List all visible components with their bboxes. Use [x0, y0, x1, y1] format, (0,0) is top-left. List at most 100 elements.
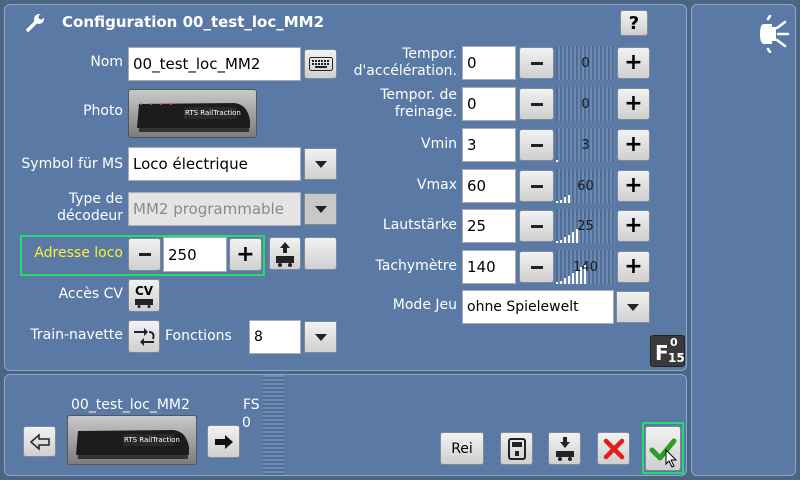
cv-button-text: CV	[134, 283, 154, 298]
badge-top-number: 0	[670, 336, 678, 349]
param-minus-button[interactable]	[519, 210, 554, 242]
loco-download-button[interactable]	[548, 432, 581, 465]
chevron-down-icon	[314, 333, 327, 341]
speed-bar[interactable]	[263, 375, 285, 475]
light-button[interactable]	[752, 14, 792, 55]
param-minus-button[interactable]	[519, 129, 554, 161]
loco-download-icon	[555, 436, 574, 461]
fonctions-dropdown-button[interactable]	[304, 321, 337, 353]
symbol-label: Symbol für MS	[21, 156, 123, 172]
adresse-input[interactable]: 250	[163, 237, 227, 272]
slider-value: 0	[581, 96, 590, 112]
minus-icon	[530, 184, 543, 188]
symbol-select[interactable]: Loco électrique	[128, 147, 301, 181]
minus-icon	[530, 224, 543, 228]
decoder-dropdown-button	[304, 193, 337, 225]
mouse-cursor-icon	[665, 449, 678, 468]
loco-preview-image: RTS RailTraction	[67, 415, 197, 465]
plus-icon: +	[624, 91, 643, 116]
decoder-icon	[507, 437, 526, 460]
minus-icon	[138, 253, 151, 256]
param-input[interactable]: 25	[462, 209, 516, 243]
help-button[interactable]: ?	[620, 10, 648, 36]
param-slider[interactable]: 25	[556, 209, 615, 243]
adresse-label: Adresse loco	[34, 245, 123, 261]
param-input[interactable]: 0	[462, 46, 516, 80]
param-plus-button[interactable]: +	[617, 129, 650, 161]
functions-badge[interactable]: F 0 15	[650, 335, 685, 367]
param-input[interactable]: 3	[462, 128, 516, 162]
lamp-light-icon	[760, 14, 790, 54]
slider-value: 3	[581, 137, 590, 153]
slider-value: 60	[577, 178, 594, 194]
param-label: Lautstärke	[382, 217, 457, 233]
plus-icon: +	[624, 50, 643, 75]
keyboard-button[interactable]	[304, 49, 337, 79]
loco-icon	[135, 298, 153, 308]
symbol-dropdown-button[interactable]	[304, 148, 337, 180]
param-plus-button[interactable]: +	[617, 210, 650, 242]
param-input[interactable]: 0	[462, 87, 516, 121]
fs-label: FS	[243, 397, 260, 413]
chevron-down-icon	[627, 303, 639, 311]
decoder-label: Type de décodeur	[57, 191, 123, 224]
param-slider[interactable]: 0	[556, 46, 615, 80]
cv-access-button[interactable]: CV	[128, 279, 160, 312]
plus-icon: +	[624, 254, 643, 279]
param-slider[interactable]: 3	[556, 128, 615, 162]
minus-icon	[530, 265, 543, 269]
param-slider[interactable]: 60	[556, 169, 615, 203]
param-label: Tempor. d'accélération.	[353, 46, 457, 79]
plus-icon: +	[624, 213, 643, 238]
rei-button[interactable]: Rei	[440, 432, 484, 465]
next-loco-button[interactable]	[207, 425, 240, 458]
param-minus-button[interactable]	[519, 47, 554, 79]
param-slider[interactable]: 0	[556, 87, 615, 121]
keyboard-icon	[308, 57, 333, 71]
fonctions-select[interactable]: 8	[249, 320, 301, 354]
preview-brand-text: RTS RailTraction	[124, 436, 180, 444]
loco-upload-icon	[276, 241, 294, 267]
cancel-button[interactable]	[597, 432, 630, 465]
param-label: Vmin	[421, 136, 457, 152]
previous-loco-button[interactable]	[23, 426, 56, 457]
decoder-read-button[interactable]	[500, 432, 533, 465]
param-plus-button[interactable]: +	[617, 88, 650, 120]
mode-label: Mode Jeu	[392, 297, 457, 313]
param-minus-button[interactable]	[519, 170, 554, 202]
param-minus-button[interactable]	[519, 251, 554, 283]
plus-icon: +	[236, 241, 255, 267]
question-icon: ?	[628, 12, 640, 34]
navette-button[interactable]	[128, 320, 160, 353]
loco-photo[interactable]: RTS RailTraction	[128, 89, 257, 138]
loco-name: 00_test_loc_MM2	[71, 397, 190, 413]
fs-value: 0	[242, 415, 251, 431]
photo-label: Photo	[83, 103, 123, 119]
adresse-plus-button[interactable]: +	[229, 238, 262, 271]
arrow-right-icon	[214, 434, 233, 449]
param-plus-button[interactable]: +	[617, 170, 650, 202]
arrow-left-icon	[29, 432, 50, 451]
param-label: Vmax	[416, 177, 457, 193]
fonctions-label: Fonctions	[165, 328, 232, 344]
param-plus-button[interactable]: +	[617, 251, 650, 283]
param-label: Tempor. de freinage.	[380, 87, 457, 120]
configuration-panel: Configuration 00_test_loc_MM2 ? Nom 00_t…	[4, 4, 687, 371]
param-slider[interactable]: 140	[556, 250, 615, 284]
nom-input[interactable]: 00_test_loc_MM2	[128, 47, 301, 81]
mode-dropdown-button[interactable]	[616, 291, 650, 323]
adresse-minus-button[interactable]	[128, 238, 161, 271]
side-panel	[691, 4, 796, 476]
blank-button[interactable]	[304, 237, 337, 270]
param-minus-button[interactable]	[519, 88, 554, 120]
decoder-select: MM2 programmable	[128, 192, 301, 226]
param-input[interactable]: 140	[462, 250, 516, 284]
loco-upload-button[interactable]	[269, 237, 301, 270]
param-input[interactable]: 60	[462, 169, 516, 203]
slider-value: 140	[573, 259, 598, 275]
slider-value: 0	[581, 55, 590, 71]
wrench-icon	[26, 14, 44, 32]
shuttle-train-icon	[134, 327, 155, 346]
param-plus-button[interactable]: +	[617, 47, 650, 79]
mode-select[interactable]: ohne Spielewelt	[462, 290, 614, 324]
